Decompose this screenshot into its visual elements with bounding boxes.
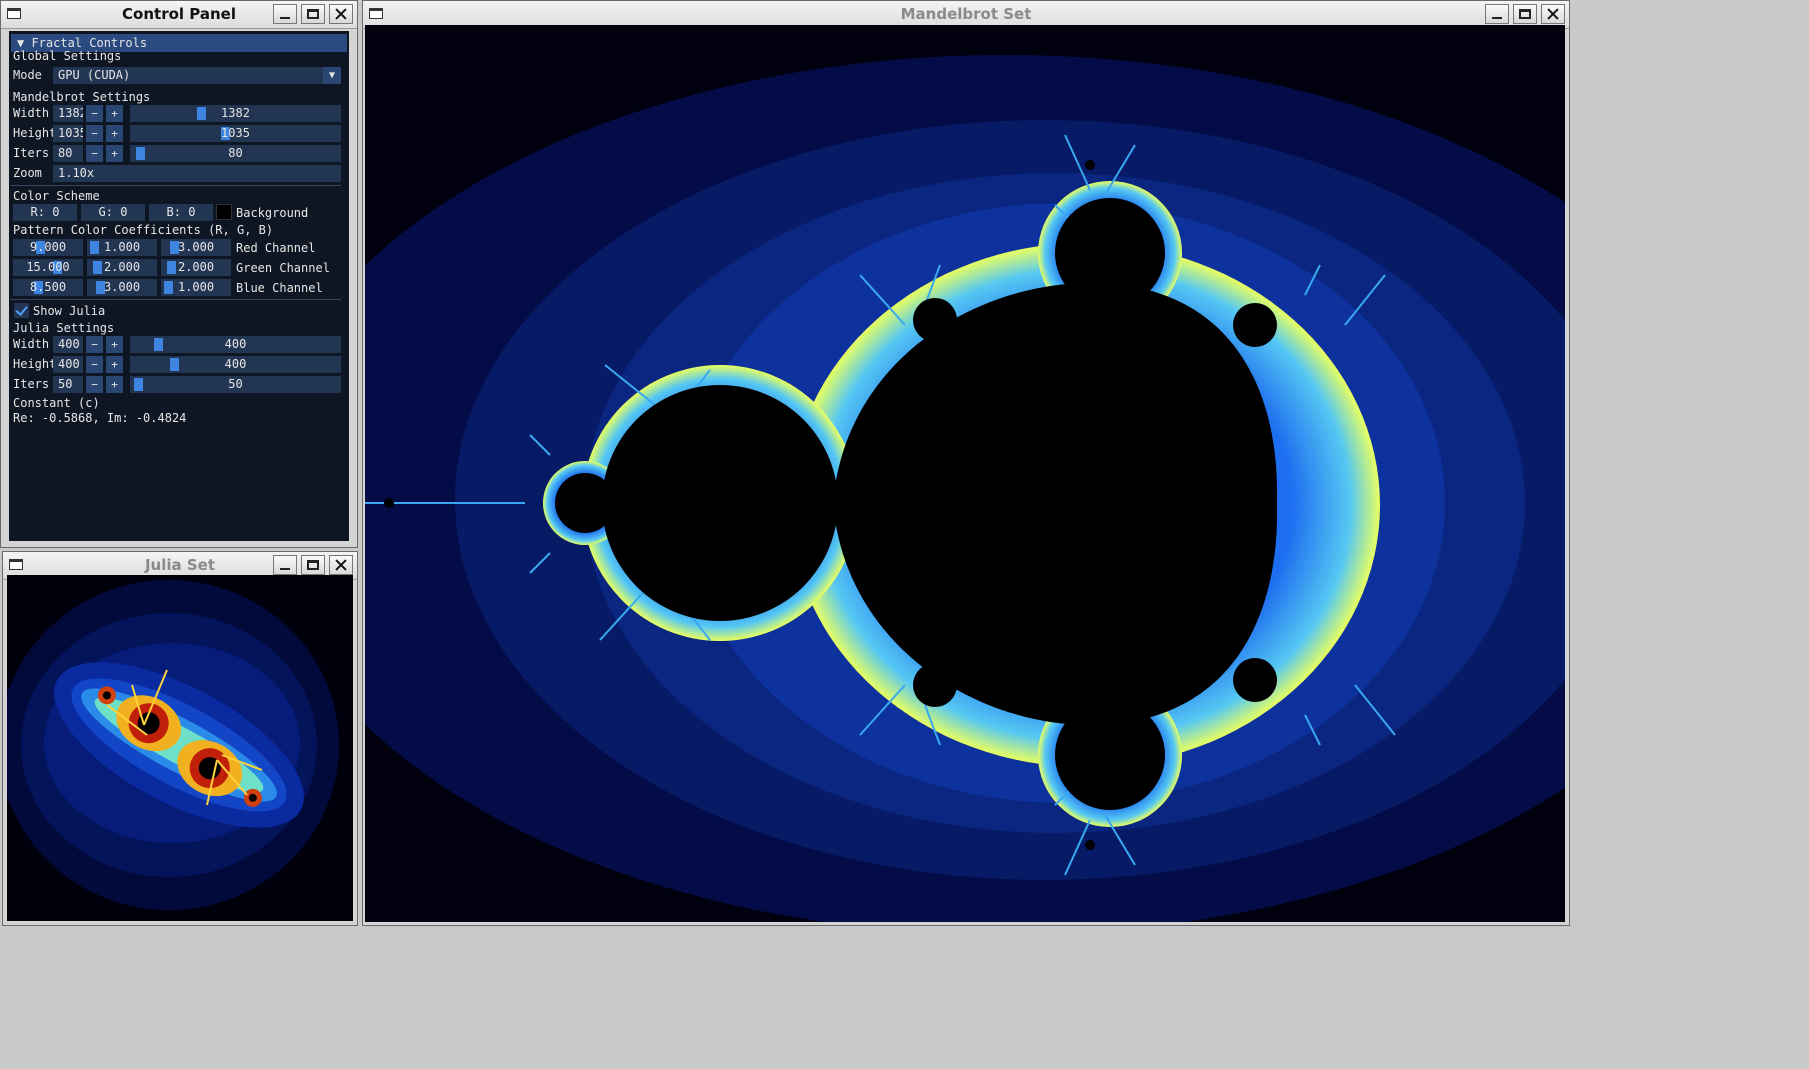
mandel-height-decrement[interactable]: − [86,125,103,142]
slider-value: 2.000 [177,260,215,274]
mandel-width-slider[interactable]: 1382 [130,105,341,122]
mandelbrot-settings-heading: Mandelbrot Settings [13,90,151,104]
slider-value: 400 [224,337,247,351]
blue-coeff-c-slider[interactable]: 1.000 [161,279,231,296]
chevron-down-icon: ▼ [323,67,341,84]
green-channel-label: Green Channel [236,261,330,275]
blue-coeff-a-slider[interactable]: 8.500 [13,279,83,296]
julia-iters-input[interactable]: 50 [53,376,83,393]
mandel-iters-label: Iters [13,146,50,160]
minimize-button[interactable] [273,4,297,24]
julia-width-slider[interactable]: 400 [130,336,341,353]
slider-value: 3.000 [177,240,215,254]
mandel-height-input[interactable]: 1035 [53,125,83,142]
julia-height-increment[interactable]: + [106,356,123,373]
slider-value: 50 [228,377,243,391]
julia-width-decrement[interactable]: − [86,336,103,353]
mandel-width-label: Width [13,106,50,120]
julia-iters-label: Iters [13,377,50,391]
background-color-swatch[interactable] [216,204,232,220]
slider-value: 2.000 [103,260,141,274]
julia-iters-slider[interactable]: 50 [130,376,341,393]
mandel-width-input[interactable]: 1382 [53,105,83,122]
minimize-button[interactable] [273,555,297,575]
slider-value: 9.000 [29,240,67,254]
show-julia-label: Show Julia [33,304,106,318]
show-julia-checkbox[interactable] [14,303,29,318]
mandel-width-increment[interactable]: + [106,105,123,122]
julia-height-label: Height [13,357,57,371]
mandel-iters-increment[interactable]: + [106,145,123,162]
julia-width-increment[interactable]: + [106,336,123,353]
constant-label: Constant (c) [13,396,100,410]
mandelbrot-canvas[interactable] [365,25,1565,922]
mandel-iters-decrement[interactable]: − [86,145,103,162]
separator [11,185,341,186]
zoom-input[interactable]: 1.10x [53,165,341,182]
header-label: ▼ Fractal Controls [17,36,148,50]
slider-value: 80 [228,146,243,160]
zoom-label: Zoom [13,166,42,180]
mode-combo[interactable]: GPU (CUDA) ▼ [53,67,341,84]
julia-height-input[interactable]: 400 [53,356,83,373]
slider-value: 1.000 [103,240,141,254]
slider-value: 1035 [221,126,250,140]
red-coeff-a-slider[interactable]: 9.000 [13,239,83,256]
maximize-button[interactable] [1513,4,1537,24]
control-panel-titlebar[interactable]: Control Panel [1,1,357,29]
close-button[interactable] [1541,4,1565,24]
close-button[interactable] [329,4,353,24]
control-panel-window: Control Panel ▼ Fractal Controls Global … [0,0,358,548]
slider-value: 400 [224,357,247,371]
slider-value: 1.000 [177,280,215,294]
color-scheme-heading: Color Scheme [13,189,100,203]
green-coeff-c-slider[interactable]: 2.000 [161,259,231,276]
bg-red-input[interactable]: R: 0 [13,204,77,221]
julia-iters-increment[interactable]: + [106,376,123,393]
separator [11,299,341,300]
bg-blue-input[interactable]: B: 0 [149,204,213,221]
minimize-button[interactable] [1485,4,1509,24]
green-coeff-b-slider[interactable]: 2.000 [87,259,157,276]
pattern-coefficients-heading: Pattern Color Coefficients (R, G, B) [13,223,274,237]
julia-settings-heading: Julia Settings [13,321,115,335]
background-label: Background [236,206,309,220]
julia-height-decrement[interactable]: − [86,356,103,373]
constant-value: Re: -0.5868, Im: -0.4824 [13,411,187,425]
julia-width-input[interactable]: 400 [53,336,83,353]
mandel-height-slider[interactable]: 1035 [130,125,341,142]
bg-green-input[interactable]: G: 0 [81,204,145,221]
mode-label: Mode [13,68,42,82]
mode-value: GPU (CUDA) [58,68,131,82]
mandel-height-label: Height [13,126,57,140]
global-settings-heading: Global Settings [13,49,122,63]
mandel-width-decrement[interactable]: − [86,105,103,122]
window-title: Mandelbrot Set [900,5,1032,23]
slider-value: 1382 [221,106,250,120]
red-channel-label: Red Channel [236,241,316,255]
control-panel-body: ▼ Fractal Controls Global Settings Mode … [9,31,349,541]
maximize-button[interactable] [301,4,325,24]
green-coeff-a-slider[interactable]: 15.000 [13,259,83,276]
julia-height-slider[interactable]: 400 [130,356,341,373]
red-coeff-b-slider[interactable]: 1.000 [87,239,157,256]
maximize-button[interactable] [301,555,325,575]
mandel-height-increment[interactable]: + [106,125,123,142]
red-coeff-c-slider[interactable]: 3.000 [161,239,231,256]
mandelbrot-window: Mandelbrot Set [362,0,1570,926]
slider-value: 8.500 [29,280,67,294]
blue-channel-label: Blue Channel [236,281,323,295]
julia-canvas[interactable] [7,575,353,921]
mandel-iters-input[interactable]: 80 [53,145,83,162]
julia-width-label: Width [13,337,50,351]
slider-value: 15.000 [26,260,70,274]
slider-value: 3.000 [103,280,141,294]
julia-window: Julia Set [2,551,358,926]
blue-coeff-b-slider[interactable]: 3.000 [87,279,157,296]
mandel-iters-slider[interactable]: 80 [130,145,341,162]
julia-iters-decrement[interactable]: − [86,376,103,393]
close-button[interactable] [329,555,353,575]
